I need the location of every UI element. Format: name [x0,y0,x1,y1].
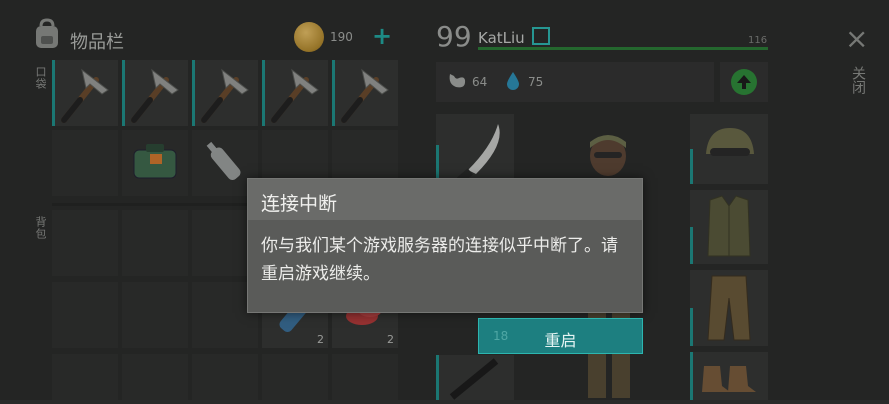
dialog-title-bar: 连接中断 [248,179,642,220]
restart-button-label: 重启 [544,331,577,350]
restart-button[interactable]: 18 重启 [478,318,643,354]
dialog-message: 你与我们某个游戏服务器的连接似乎中断了。请重启游戏继续。 [261,236,618,284]
connection-lost-dialog: 连接中断 你与我们某个游戏服务器的连接似乎中断了。请重启游戏继续。 [247,178,643,313]
dialog-title: 连接中断 [261,193,338,215]
